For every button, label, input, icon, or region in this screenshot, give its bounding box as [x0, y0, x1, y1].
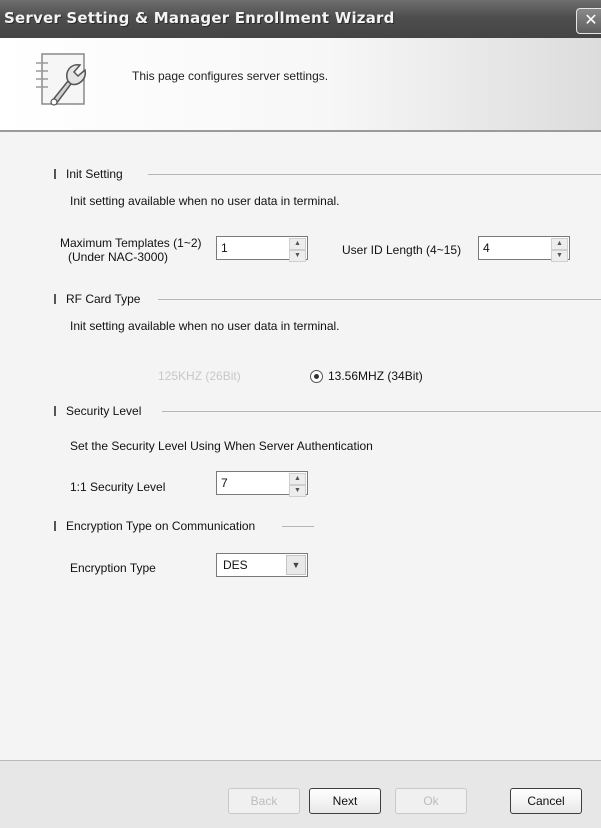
encryption-type-label: Encryption Type — [70, 561, 156, 575]
spin-down-icon[interactable]: ▼ — [551, 250, 568, 262]
window-title: Server Setting & Manager Enrollment Wiza… — [4, 9, 395, 27]
ok-button[interactable]: Ok — [395, 788, 467, 814]
rf-1356mhz-radio[interactable]: 13.56MHZ (34Bit) — [310, 369, 423, 383]
max-templates-stepper[interactable]: 1 ▲ ▼ — [216, 236, 308, 262]
encryption-heading: Encryption Type on Communication — [54, 519, 255, 533]
back-button[interactable]: Back — [228, 788, 300, 814]
divider-line — [158, 299, 601, 300]
init-setting-note: Init setting available when no user data… — [70, 194, 340, 208]
max-templates-label: Maximum Templates (1~2) — [60, 236, 202, 250]
spin-up-icon[interactable]: ▲ — [289, 238, 306, 250]
user-id-length-label: User ID Length (4~15) — [342, 243, 462, 257]
divider-line — [282, 526, 314, 527]
security-level-note: Set the Security Level Using When Server… — [70, 439, 373, 453]
close-icon: ✕ — [584, 12, 598, 29]
spin-down-icon[interactable]: ▼ — [289, 250, 306, 262]
spin-up-icon[interactable]: ▲ — [289, 473, 306, 485]
section-marker — [54, 521, 56, 531]
section-marker — [54, 406, 56, 416]
security-level-stepper[interactable]: 7 ▲ ▼ — [216, 471, 308, 497]
rf-card-heading: RF Card Type — [54, 292, 140, 306]
user-id-length-stepper[interactable]: 4 ▲ ▼ — [478, 236, 570, 262]
section-marker — [54, 294, 56, 304]
spin-down-icon[interactable]: ▼ — [289, 485, 306, 497]
security-level-label: 1:1 Security Level — [70, 480, 166, 494]
max-templates-sublabel: (Under NAC-3000) — [68, 250, 169, 264]
close-button[interactable]: ✕ — [576, 8, 601, 34]
wrench-document-icon — [36, 53, 87, 106]
spin-up-icon[interactable]: ▲ — [551, 238, 568, 250]
title-bar[interactable]: Server Setting & Manager Enrollment Wiza… — [0, 0, 601, 38]
rf-125khz-radio: 125KHZ (26Bit) — [158, 369, 241, 383]
security-level-heading: Security Level — [54, 404, 141, 418]
init-setting-heading: Init Setting — [54, 167, 123, 181]
wizard-window: Server Setting & Manager Enrollment Wiza… — [0, 0, 601, 828]
chevron-down-icon[interactable]: ▼ — [286, 555, 306, 575]
next-button[interactable]: Next — [309, 788, 381, 814]
section-marker — [54, 169, 56, 179]
wizard-banner: This page configures server settings. — [0, 38, 601, 132]
divider-line — [148, 174, 601, 175]
cancel-button[interactable]: Cancel — [510, 788, 582, 814]
divider-line — [162, 411, 601, 412]
encryption-type-select[interactable]: DES ▼ — [216, 553, 308, 577]
radio-selected-icon — [310, 369, 323, 383]
rf-card-note: Init setting available when no user data… — [70, 319, 340, 333]
banner-description: This page configures server settings. — [132, 69, 329, 83]
